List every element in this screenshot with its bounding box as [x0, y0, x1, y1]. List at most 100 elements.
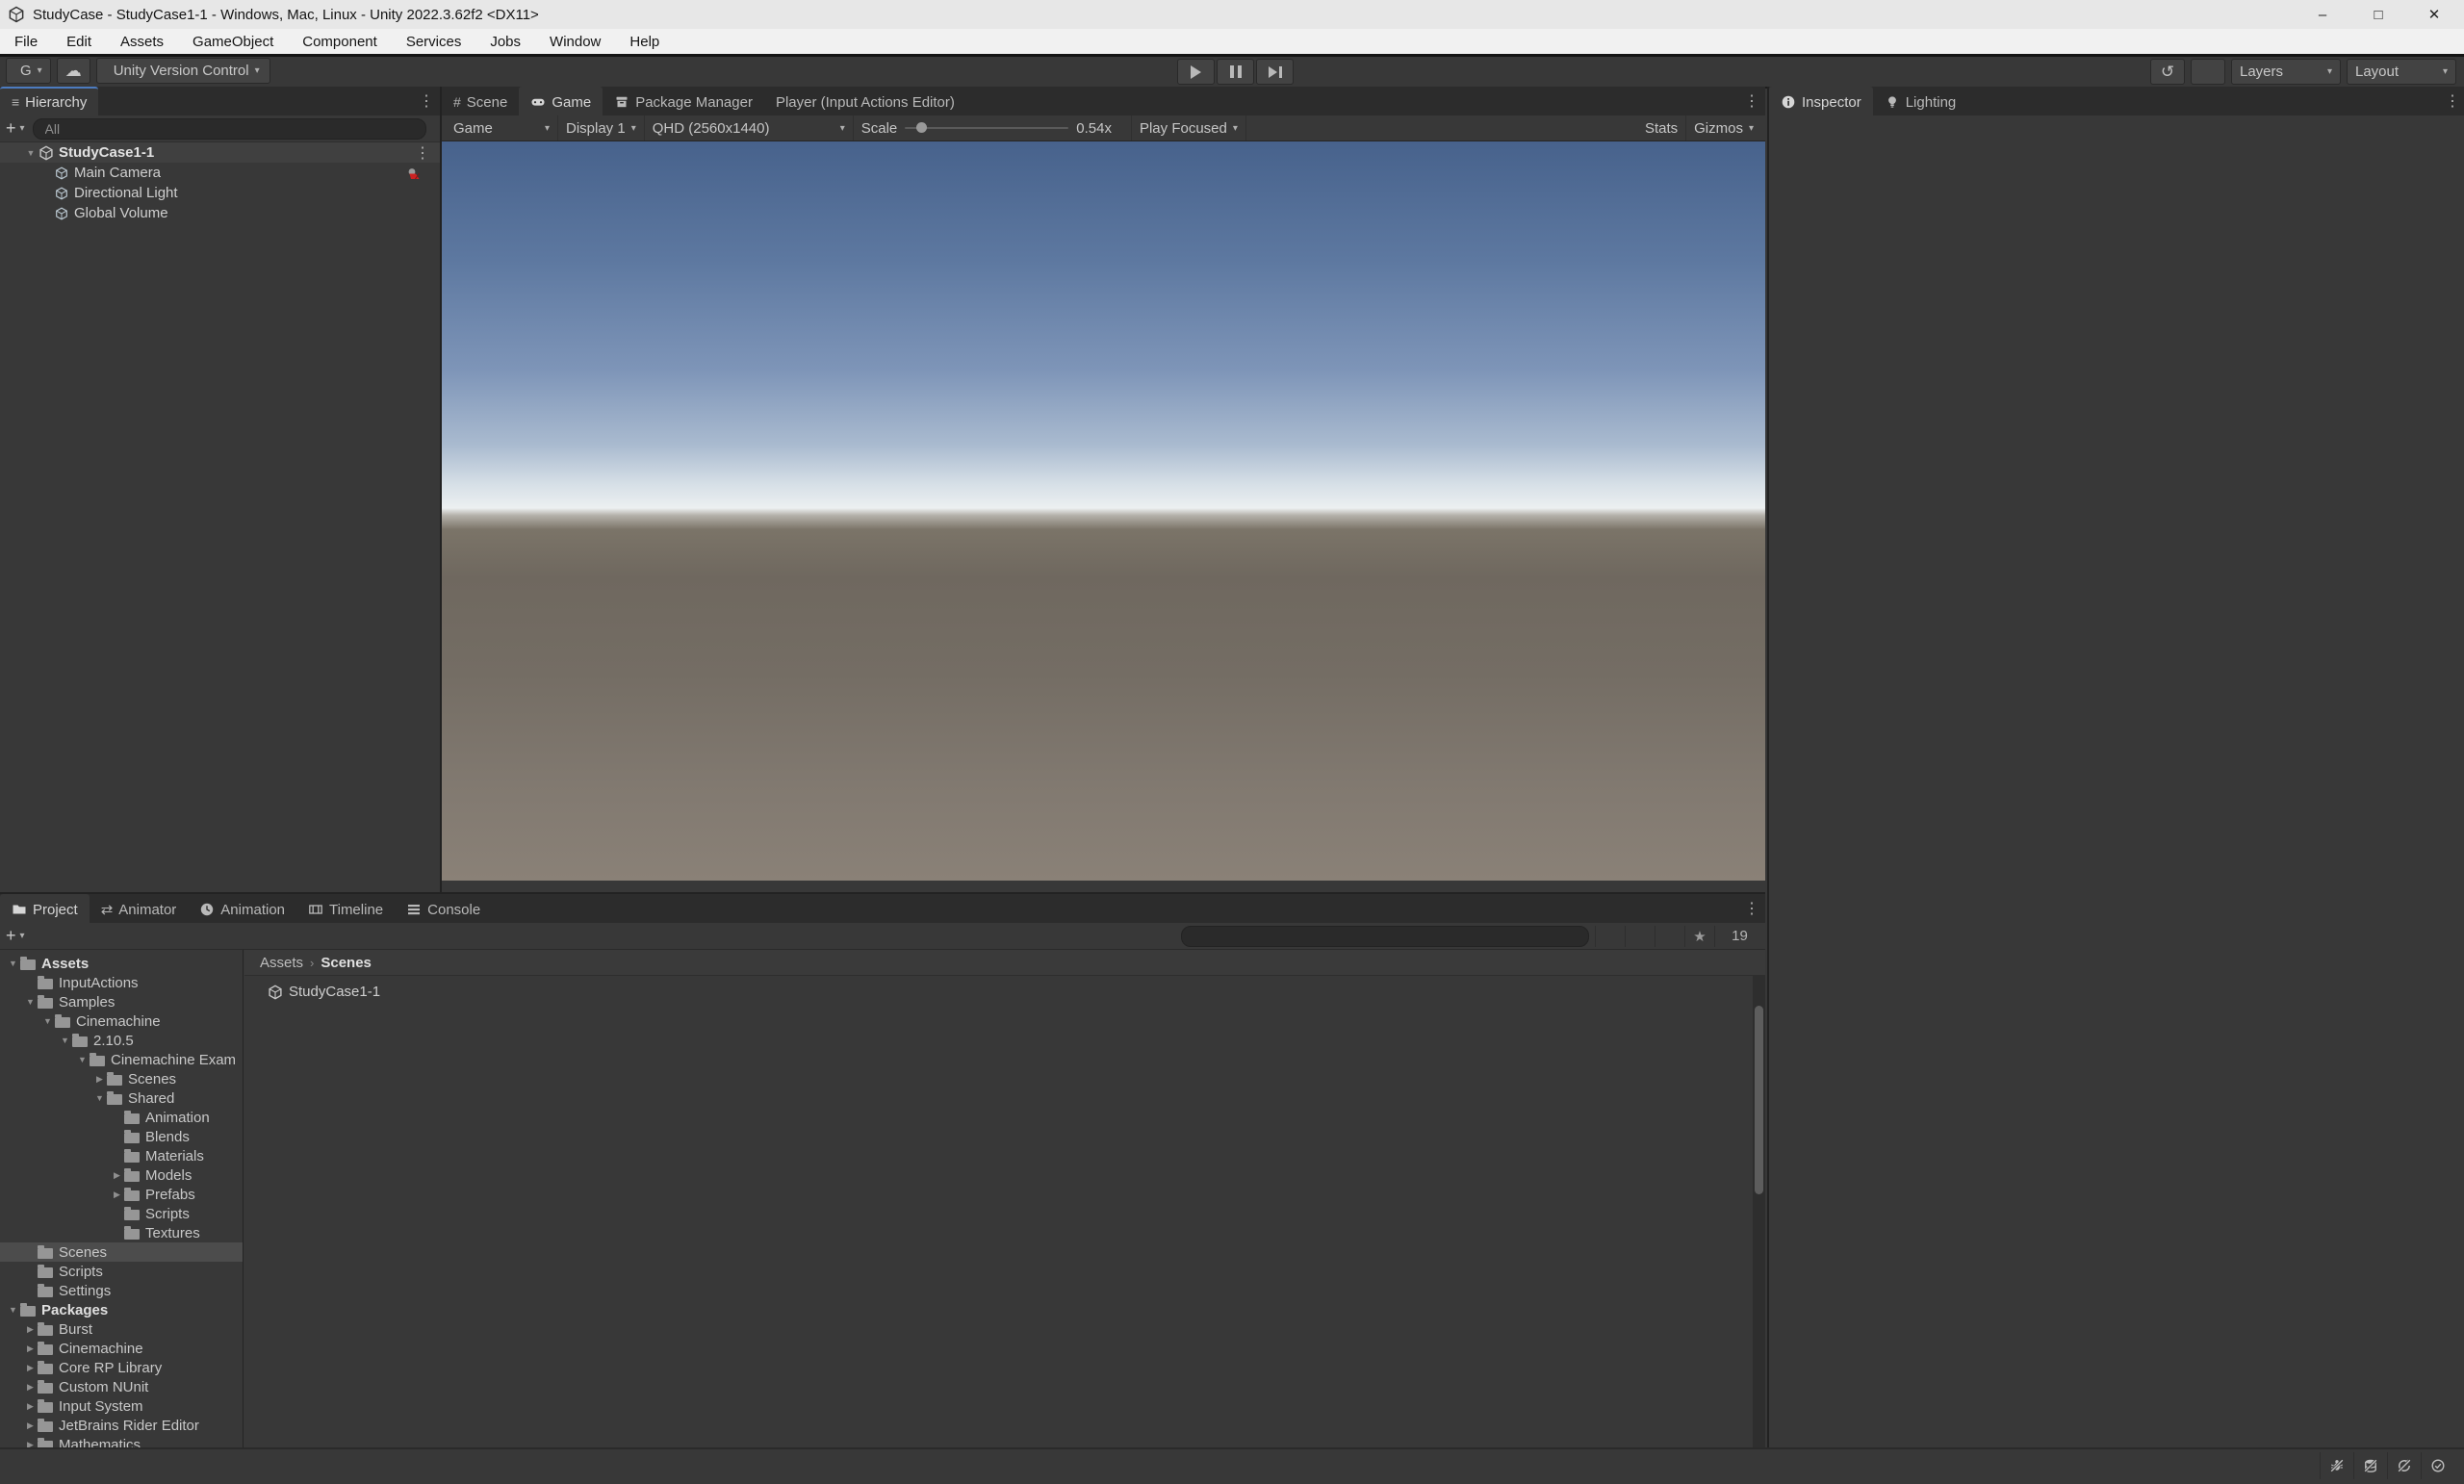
project-tree-item[interactable]: Animation: [0, 1108, 243, 1127]
foldout-open-icon[interactable]: ▼: [92, 1093, 107, 1103]
tab-game[interactable]: Game: [519, 87, 603, 115]
tab-timeline[interactable]: Timeline: [296, 894, 396, 923]
cache-server-disconnected-button[interactable]: [2353, 1452, 2387, 1479]
project-tree-item[interactable]: ▶ Cinemachine: [0, 1339, 243, 1358]
project-tree-item[interactable]: Textures: [0, 1223, 243, 1242]
project-tree-item[interactable]: Scripts: [0, 1204, 243, 1223]
debugger-disabled-button[interactable]: [2320, 1452, 2353, 1479]
search-button[interactable]: [2191, 59, 2225, 85]
close-button[interactable]: ✕: [2406, 0, 2462, 29]
tab-project[interactable]: Project: [0, 894, 90, 923]
hierarchy-item[interactable]: Main Camera: [0, 163, 440, 183]
foldout-open-icon[interactable]: ▼: [23, 997, 38, 1007]
project-tree-item[interactable]: ▼ 2.10.5: [0, 1031, 243, 1050]
project-tree-item[interactable]: Scenes: [0, 1242, 243, 1262]
tab-animator[interactable]: ⇄ Animator: [89, 894, 189, 923]
search-by-label-button[interactable]: [1625, 925, 1655, 947]
project-tree-item[interactable]: Scripts: [0, 1262, 243, 1281]
cloud-button[interactable]: ☁: [56, 58, 90, 84]
kebab-menu-icon[interactable]: ⋮: [415, 143, 430, 163]
play-button[interactable]: [1177, 59, 1215, 85]
breadcrumb-assets[interactable]: Assets: [260, 955, 303, 971]
hierarchy-search-input[interactable]: [42, 119, 420, 138]
menu-item-window[interactable]: Window: [535, 34, 615, 50]
kebab-menu-icon[interactable]: ⋮: [2445, 91, 2460, 111]
project-tree-item[interactable]: ▼ Cinemachine Exam: [0, 1050, 243, 1069]
project-tree-item[interactable]: ▶ Prefabs: [0, 1185, 243, 1204]
project-tree-item[interactable]: ▼ Cinemachine: [0, 1011, 243, 1031]
project-tree-item[interactable]: ▼ Packages: [0, 1300, 243, 1319]
foldout-closed-icon[interactable]: ▶: [92, 1074, 107, 1085]
menu-item-component[interactable]: Component: [288, 34, 392, 50]
foldout-closed-icon[interactable]: ▶: [23, 1382, 38, 1393]
menu-item-assets[interactable]: Assets: [106, 34, 178, 50]
foldout-closed-icon[interactable]: ▶: [110, 1190, 124, 1200]
project-search-input[interactable]: [1192, 927, 1582, 945]
project-tree-item[interactable]: Blends: [0, 1127, 243, 1146]
foldout-open-icon[interactable]: ▼: [6, 959, 20, 968]
foldout-open-icon[interactable]: ▼: [40, 1016, 55, 1026]
hierarchy-item[interactable]: Directional Light: [0, 183, 440, 203]
project-tree-item[interactable]: ▶ JetBrains Rider Editor: [0, 1416, 243, 1435]
chevron-down-icon[interactable]: ▾: [20, 123, 25, 134]
auto-refresh-disabled-button[interactable]: [2387, 1452, 2421, 1479]
game-viewport[interactable]: [442, 141, 1765, 881]
step-button[interactable]: [1256, 59, 1294, 85]
stats-button[interactable]: Stats: [1637, 115, 1685, 141]
menu-item-jobs[interactable]: Jobs: [475, 34, 535, 50]
display-dropdown[interactable]: Display 1 ▾: [558, 115, 645, 141]
project-search[interactable]: [1181, 925, 1589, 947]
project-tree-item[interactable]: ▼ Assets: [0, 954, 243, 973]
menu-item-file[interactable]: File: [0, 34, 52, 50]
foldout-open-icon[interactable]: ▼: [75, 1055, 90, 1064]
project-tree-item[interactable]: ▶ Core RP Library: [0, 1358, 243, 1377]
pause-button[interactable]: [1217, 59, 1254, 85]
scene-row[interactable]: ▼ StudyCase1-1 ⋮: [0, 142, 440, 163]
tab-animation[interactable]: Animation: [188, 894, 296, 923]
tab-package-manager[interactable]: Package Manager: [603, 87, 764, 115]
search-by-type-button[interactable]: [1595, 925, 1625, 947]
game-mode-dropdown[interactable]: Game ▾: [446, 115, 558, 141]
focus-mode-dropdown[interactable]: Play Focused ▾: [1130, 115, 1246, 141]
project-tree-item[interactable]: ▼ Samples: [0, 992, 243, 1011]
hierarchy-item[interactable]: Global Volume: [0, 203, 440, 223]
undo-history-button[interactable]: ↺: [2150, 59, 2185, 85]
foldout-open-icon[interactable]: ▼: [6, 1305, 20, 1315]
project-tree-item[interactable]: ▼ Shared: [0, 1088, 243, 1108]
layers-dropdown[interactable]: Layers ▾: [2231, 59, 2341, 85]
menu-item-help[interactable]: Help: [615, 34, 674, 50]
add-object-button[interactable]: +: [6, 118, 16, 139]
layout-dropdown[interactable]: Layout ▾: [2347, 59, 2456, 85]
foldout-closed-icon[interactable]: ▶: [23, 1420, 38, 1431]
project-tree-item[interactable]: ▶ Scenes: [0, 1069, 243, 1088]
minimize-button[interactable]: –: [2295, 0, 2350, 29]
resolution-dropdown[interactable]: QHD (2560x1440) ▾: [645, 115, 854, 141]
project-tree-item[interactable]: InputActions: [0, 973, 243, 992]
menu-item-edit[interactable]: Edit: [52, 34, 106, 50]
status-ok-button[interactable]: [2421, 1452, 2454, 1479]
project-tree-item[interactable]: Materials: [0, 1146, 243, 1165]
foldout-closed-icon[interactable]: ▶: [23, 1324, 38, 1335]
favorites-button[interactable]: ★: [1684, 925, 1714, 947]
foldout-closed-icon[interactable]: ▶: [23, 1401, 38, 1412]
tab-lighting[interactable]: Lighting: [1872, 87, 1968, 115]
version-control-dropdown[interactable]: Unity Version Control ▾: [95, 58, 270, 84]
scale-slider-knob[interactable]: [916, 122, 928, 133]
foldout-closed-icon[interactable]: ▶: [23, 1363, 38, 1373]
foldout-open-icon[interactable]: ▼: [23, 148, 38, 158]
kebab-menu-icon[interactable]: ⋮: [419, 91, 434, 111]
foldout-open-icon[interactable]: ▼: [58, 1036, 72, 1045]
menu-item-gameobject[interactable]: GameObject: [178, 34, 288, 50]
asset-item[interactable]: StudyCase1-1: [268, 984, 1765, 1000]
debug-button[interactable]: [1246, 115, 1262, 141]
tab-console[interactable]: Console: [395, 894, 493, 923]
foldout-closed-icon[interactable]: ▶: [23, 1343, 38, 1354]
capture-button[interactable]: [1622, 115, 1637, 141]
project-tree-item[interactable]: ▶ Burst: [0, 1319, 243, 1339]
kebab-menu-icon[interactable]: ⋮: [1744, 899, 1759, 918]
hidden-packages-button[interactable]: [1655, 925, 1684, 947]
scale-slider[interactable]: [905, 122, 1069, 133]
chevron-down-icon[interactable]: ▾: [20, 931, 25, 941]
tab-inspector[interactable]: Inspector: [1769, 87, 1873, 115]
project-tree-item[interactable]: ▶ Custom NUnit: [0, 1377, 243, 1396]
